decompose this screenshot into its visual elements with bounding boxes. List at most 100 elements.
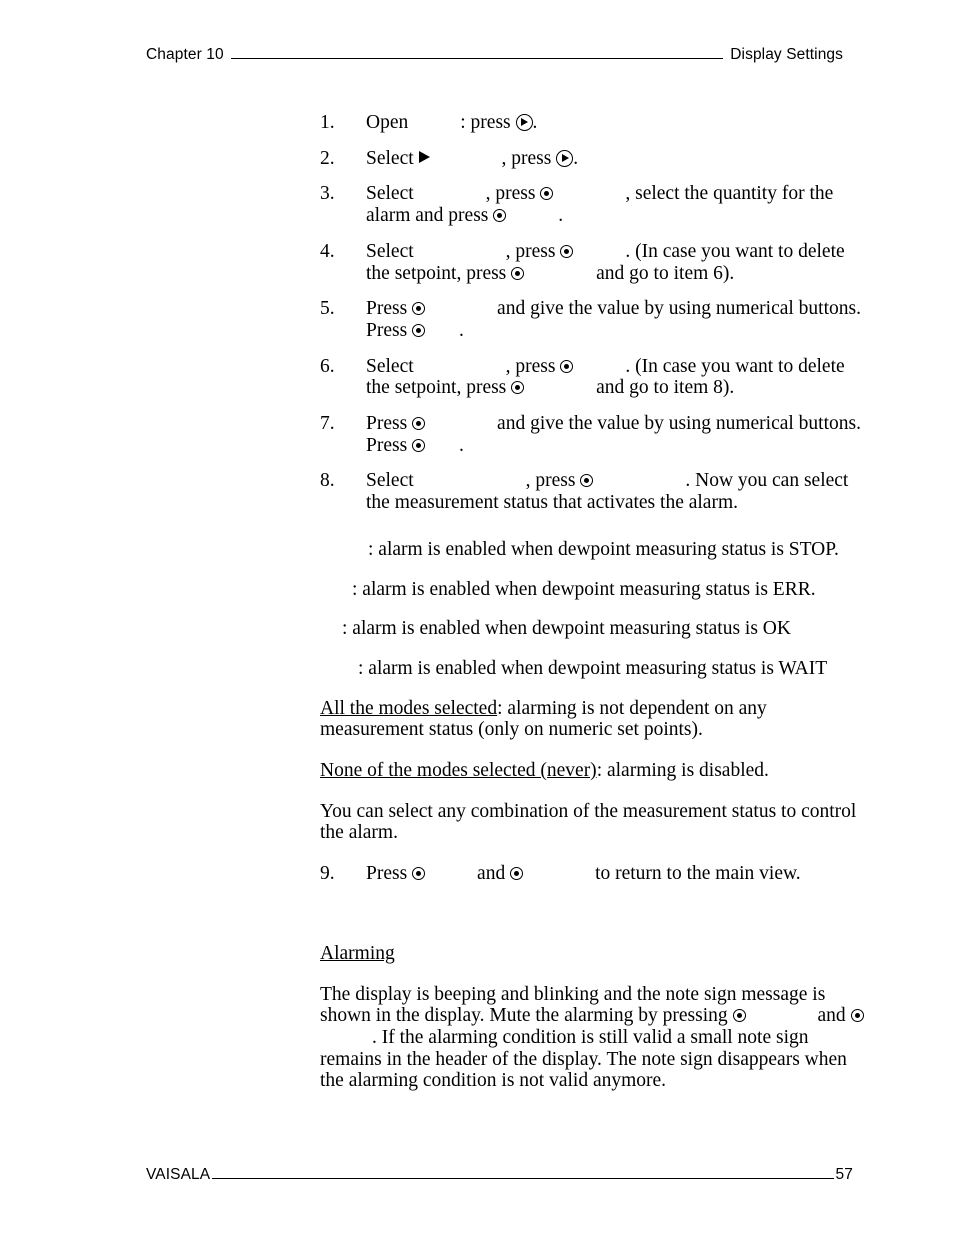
step-text-fragment: , press xyxy=(505,240,561,262)
soft-key-icon xyxy=(511,266,525,280)
alarming-text-fragment: . If the alarming condition is still val… xyxy=(320,1026,847,1092)
step-text-fragment: . Now you can select the measurement sta… xyxy=(366,470,849,514)
status-mode-line: : alarm is enabled when dewpoint measuri… xyxy=(320,579,865,601)
step-item: 4. Select, press . (In case you want to … xyxy=(320,241,865,284)
step-text-fragment: Press xyxy=(366,413,413,435)
soft-key-icon xyxy=(511,381,525,395)
step-text-fragment: and go to item 6). xyxy=(596,262,735,284)
soft-key-icon xyxy=(732,1009,746,1023)
status-mode-text: : alarm is enabled when dewpoint measuri… xyxy=(358,657,828,679)
step-text: Open : press . xyxy=(366,112,865,134)
soft-key-icon xyxy=(412,417,426,431)
soft-key-icon xyxy=(412,867,426,881)
soft-key-icon xyxy=(580,474,594,488)
soft-key-icon xyxy=(412,302,426,316)
step-item: 1. Open : press . xyxy=(320,112,865,134)
circled-right-arrow-key-icon xyxy=(556,149,574,167)
page-header: Chapter 10 Display Settings xyxy=(146,46,843,64)
step-number: 2. xyxy=(320,147,335,169)
step-item: 9. Press and to return to the main view. xyxy=(320,863,865,885)
step-item: 3. Select , press , select the quantity f… xyxy=(320,183,865,226)
step-text: Select , press . xyxy=(366,148,865,170)
step-text-fragment: and go to item 8). xyxy=(596,377,735,399)
page-number: 57 xyxy=(835,1166,853,1183)
step-text: Select, press . (In case you want to del… xyxy=(366,241,865,284)
step-text-fragment: Open xyxy=(366,112,409,133)
soft-key-icon xyxy=(540,187,554,201)
alarming-heading: Alarming xyxy=(320,942,395,964)
step-text-fragment: . xyxy=(459,434,464,456)
step-text-fragment: Select xyxy=(366,183,414,205)
paragraph-all-modes: All the modes selected: alarming is not … xyxy=(320,698,865,741)
all-modes-label: All the modes selected xyxy=(320,697,498,719)
page-footer: VAISALA 57 xyxy=(146,1166,853,1184)
step-text-fragment: . xyxy=(532,112,538,133)
step-text-fragment: , press xyxy=(505,355,561,377)
step-text-fragment: Press xyxy=(366,298,413,320)
status-mode-line: : alarm is enabled when dewpoint measuri… xyxy=(320,618,865,640)
step-text-fragment: Select xyxy=(366,355,414,377)
right-triangle-marker-icon xyxy=(418,150,430,163)
step-text-fragment: and give the value by using numerical bu… xyxy=(366,413,861,456)
soft-key-icon xyxy=(560,359,574,373)
circled-right-arrow-key-icon xyxy=(515,114,533,131)
alarming-text-fragment: and xyxy=(817,1005,851,1027)
step-text: Select, press . (In case you want to del… xyxy=(366,356,865,399)
status-mode-text: : alarm is enabled when dewpoint measuri… xyxy=(342,618,791,640)
status-mode-text: : alarm is enabled when dewpoint measuri… xyxy=(352,578,816,600)
step-text: Select , press . Now you can select the m… xyxy=(366,470,865,513)
status-mode-line: : alarm is enabled when dewpoint measuri… xyxy=(320,539,865,561)
status-mode-text: : alarm is enabled when dewpoint measuri… xyxy=(368,538,839,560)
soft-key-icon xyxy=(850,1009,864,1023)
page-content: 1. Open : press . 2. Select , press . 3. … xyxy=(320,112,865,1111)
soft-key-icon xyxy=(510,867,524,881)
step-item: 7. Press and give the value by using num… xyxy=(320,413,865,456)
status-mode-line: : alarm is enabled when dewpoint measuri… xyxy=(320,658,865,680)
none-modes-text: : alarming is disabled. xyxy=(596,760,769,782)
step-text-fragment: , select the quantity for the alarm and … xyxy=(366,183,834,227)
step-text-fragment: , press xyxy=(485,183,541,205)
step-item: 5. Press and give the value by using num… xyxy=(320,298,865,341)
alarming-paragraph: The display is beeping and blinking and … xyxy=(320,984,865,1093)
step-text-fragment: , press xyxy=(501,147,557,169)
step-text-fragment: Select xyxy=(366,240,414,262)
step-number: 9. xyxy=(320,863,335,885)
soft-key-icon xyxy=(412,438,426,452)
step-text-fragment: : press xyxy=(460,112,516,133)
soft-key-icon xyxy=(493,209,507,223)
step-text-fragment: , press xyxy=(525,470,581,492)
step-text-fragment: Select xyxy=(366,470,414,492)
step-text: Press and to return to the main view. xyxy=(366,863,865,885)
step-number: 4. xyxy=(320,240,335,262)
step-text-fragment: and xyxy=(477,863,511,885)
step-text: Press and give the value by using numeri… xyxy=(366,298,865,341)
paragraph-combination: You can select any combination of the me… xyxy=(320,801,865,844)
footer-company-label: VAISALA xyxy=(146,1166,211,1183)
step-number: 6. xyxy=(320,355,335,377)
header-section-title: Display Settings xyxy=(730,46,843,63)
none-modes-label: None of the modes selected (never) xyxy=(320,760,597,782)
footer-rule xyxy=(212,1178,834,1179)
step-text-fragment: . xyxy=(573,147,579,169)
alarming-text-fragment: The display is beeping and blinking and … xyxy=(320,983,826,1027)
soft-key-icon xyxy=(560,244,574,258)
header-rule xyxy=(230,58,724,59)
step-item: 8. Select , press . Now you can select th… xyxy=(320,470,865,513)
combination-text: You can select any combination of the me… xyxy=(320,800,857,844)
soft-key-icon xyxy=(412,323,426,337)
step-text: Select , press , select the quantity for … xyxy=(366,183,865,226)
step-text-fragment: Press xyxy=(366,863,413,885)
step-number: 7. xyxy=(320,413,335,435)
step-text-fragment: and give the value by using numerical bu… xyxy=(366,298,861,341)
step-number: 8. xyxy=(320,470,335,492)
step-number: 3. xyxy=(320,183,335,205)
step-item: 6. Select, press . (In case you want to … xyxy=(320,356,865,399)
header-chapter-label: Chapter 10 xyxy=(146,46,224,63)
step-item: 2. Select , press . xyxy=(320,148,865,170)
step-number: 1. xyxy=(320,112,335,133)
step-text-fragment: Select xyxy=(366,147,419,169)
step-text-fragment: to return to the main view. xyxy=(595,863,801,885)
step-number: 5. xyxy=(320,298,335,320)
document-page: Chapter 10 Display Settings 1. Open : pre… xyxy=(0,0,954,1235)
paragraph-none-modes: None of the modes selected (never): alar… xyxy=(320,760,865,782)
